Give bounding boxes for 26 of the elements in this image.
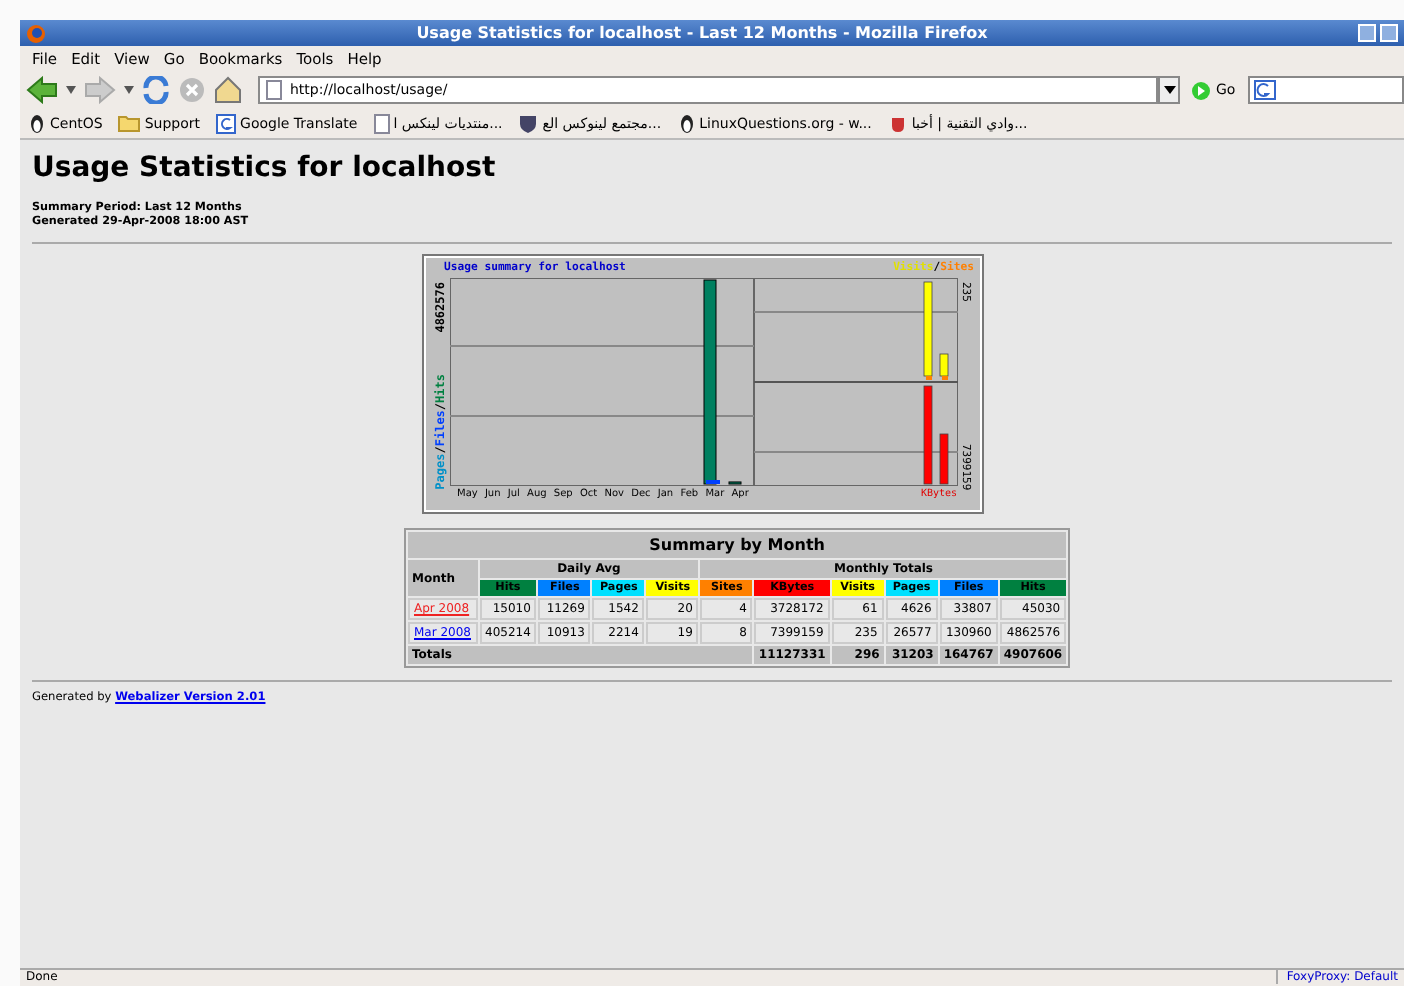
globe-icon <box>26 23 46 43</box>
reload-icon[interactable] <box>142 76 170 104</box>
kbytes-bar <box>922 385 932 485</box>
search-field[interactable] <box>1247 76 1404 104</box>
cup-icon <box>887 113 908 133</box>
window-title: Usage Statistics for localhost - Last 12 Months - Mozilla Firefox <box>414 24 990 42</box>
page-heading: Usage Statistics for localhost <box>32 152 498 184</box>
caret-icon[interactable] <box>124 86 134 94</box>
play-icon <box>1192 81 1210 99</box>
stop-icon[interactable] <box>178 76 206 104</box>
dropdown-button[interactable] <box>1158 76 1180 104</box>
visits-bar <box>922 281 932 377</box>
caret-icon <box>1163 86 1175 94</box>
table-title: Summary by Month <box>408 532 1067 558</box>
home-icon[interactable] <box>214 76 242 104</box>
visits-bar <box>938 353 948 377</box>
page-icon <box>373 113 390 133</box>
kbytes-bar <box>938 433 948 485</box>
search-engine-icon <box>1253 80 1276 100</box>
shield-icon <box>518 113 539 133</box>
back-arrow-icon[interactable] <box>26 76 58 104</box>
minimize-button[interactable] <box>1358 24 1376 42</box>
caret-icon[interactable] <box>66 86 76 94</box>
page-icon <box>266 80 282 100</box>
folder-icon <box>118 114 141 132</box>
maximize-button[interactable] <box>1380 24 1398 42</box>
